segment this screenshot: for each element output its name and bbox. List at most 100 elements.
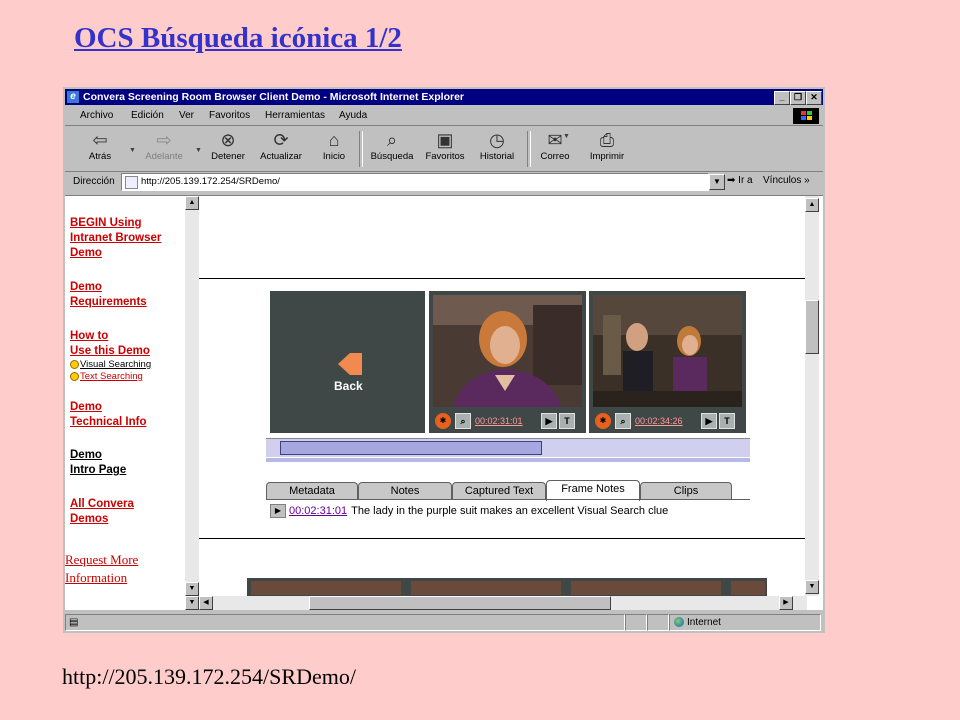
slide-title[interactable]: OCS Búsqueda icónica 1/2 (74, 22, 402, 55)
timeline-thumb[interactable] (280, 441, 542, 455)
links-button[interactable]: Vínculos » (763, 175, 810, 186)
scroll-down-icon[interactable]: ▼ (805, 580, 819, 594)
nav-technical-link[interactable]: Demo Technical Info (70, 400, 146, 430)
window-titlebar[interactable]: e Convera Screening Room Browser Client … (65, 89, 823, 105)
search-icon: ⌕ (386, 130, 398, 150)
page-content: BEGIN Using Intranet Browser Demo Demo R… (65, 195, 823, 610)
forward-dropdown-icon[interactable]: ▼ (195, 147, 202, 154)
scroll-left-icon[interactable]: ◀ (199, 596, 213, 610)
video-player: Back ✱ ⌕ 00:02:31:01 ▶ T ✱ ⌕ 00:02:34:26… (266, 283, 750, 537)
main-frame: Back ✱ ⌕ 00:02:31:01 ▶ T ✱ ⌕ 00:02:34:26… (199, 196, 805, 596)
forward-button[interactable]: ⇨ Adelante (141, 129, 187, 169)
search-button[interactable]: ⌕ Búsqueda (367, 129, 417, 169)
play-icon[interactable]: ▶ (701, 413, 717, 429)
menu-edicion[interactable]: Edición (131, 110, 164, 121)
menu-archivo[interactable]: Archivo (80, 110, 113, 121)
main-hscrollbar[interactable]: ◀ ▶ (199, 596, 807, 610)
print-button[interactable]: ⎙ Imprimir (587, 129, 627, 169)
keyframe-couple-image (593, 295, 742, 407)
nav-hscroll-buttons: ▼ (185, 596, 199, 610)
maximize-button[interactable]: ❐ (790, 91, 806, 105)
nav-intro-link[interactable]: Demo Intro Page (70, 448, 126, 478)
main-scrollbar[interactable]: ▲ ▼ (805, 196, 819, 596)
menu-ver[interactable]: Ver (179, 110, 194, 121)
windows-logo-icon (793, 108, 819, 124)
minimize-button[interactable]: _ (774, 91, 790, 105)
keyframe-woman-image (433, 295, 582, 407)
cue-icon[interactable]: ✱ (435, 413, 451, 429)
address-dropdown-icon[interactable]: ▼ (709, 174, 725, 190)
nav-visual-searching-link[interactable]: Visual Searching (70, 359, 151, 371)
cue-icon[interactable]: ✱ (595, 413, 611, 429)
nav-all-demos-link[interactable]: All Convera Demos (70, 497, 134, 527)
keyframe-panel: ✱ ⌕ 00:02:31:01 ▶ T (429, 291, 586, 433)
bullet-icon (70, 359, 79, 369)
nav-scrollbar[interactable]: ▲ ▼ (185, 196, 199, 596)
keyframe-timecode[interactable]: 00:02:34:26 (635, 416, 683, 426)
favorites-icon: ▣ (436, 130, 454, 150)
back-label: Back (334, 379, 363, 393)
nav-begin-link[interactable]: BEGIN Using Intranet Browser Demo (70, 216, 161, 261)
back-arrow-icon (338, 353, 350, 375)
keyframe-timecode[interactable]: 00:02:31:01 (475, 416, 523, 426)
scroll-up-icon[interactable]: ▲ (805, 198, 819, 212)
mail-dropdown-icon[interactable]: ▼ (563, 133, 570, 140)
text-icon[interactable]: T (559, 413, 575, 429)
toolbar-separator (359, 131, 363, 167)
keyframe-image[interactable] (433, 295, 582, 407)
close-button[interactable]: ✕ (806, 91, 822, 105)
note-timecode[interactable]: 00:02:31:01 (289, 505, 347, 517)
menu-herramientas[interactable]: Herramientas (265, 110, 325, 121)
zoom-icon[interactable]: ⌕ (455, 413, 471, 429)
menu-ayuda[interactable]: Ayuda (339, 110, 367, 121)
keyframe-controls: ✱ ⌕ 00:02:34:26 ▶ T (589, 409, 746, 433)
nav-frame: BEGIN Using Intranet Browser Demo Demo R… (65, 196, 199, 610)
security-zone: Internet (669, 614, 821, 631)
home-button[interactable]: ⌂ Inicio (319, 129, 349, 169)
timeline-slider[interactable] (266, 438, 750, 457)
refresh-icon: ⟳ (273, 130, 289, 150)
keyframe-strip[interactable] (247, 578, 767, 596)
home-icon: ⌂ (328, 130, 340, 150)
history-button[interactable]: ◷ Historial (477, 129, 517, 169)
toolbar-separator (527, 131, 531, 167)
tab-clips[interactable]: Clips (640, 482, 732, 500)
scroll-down-icon[interactable]: ▼ (185, 582, 199, 596)
favorites-button[interactable]: ▣ Favoritos (423, 129, 467, 169)
text-icon[interactable]: T (719, 413, 735, 429)
hscroll-thumb[interactable] (309, 596, 611, 610)
tab-frame-notes[interactable]: Frame Notes (546, 480, 640, 501)
nav-request-link[interactable]: Request More Information (65, 551, 138, 587)
back-dropdown-icon[interactable]: ▼ (129, 147, 136, 154)
tab-metadata[interactable]: Metadata (266, 482, 358, 500)
refresh-button[interactable]: ⟳ Actualizar (257, 129, 305, 169)
go-button[interactable]: ➡ Ir a (727, 175, 753, 186)
back-button[interactable]: Back (270, 291, 425, 433)
status-bar: ▤ Internet (65, 613, 823, 631)
nav-howto-link[interactable]: How to Use this Demo (70, 329, 150, 359)
keyframe-controls: ✱ ⌕ 00:02:31:01 ▶ T (429, 409, 586, 433)
play-icon[interactable]: ▶ (541, 413, 557, 429)
frame-note-row: ▶ 00:02:31:01 The lady in the purple suit … (270, 504, 668, 518)
play-note-icon[interactable]: ▶ (270, 504, 286, 518)
stop-button[interactable]: ⊗ Detener (209, 129, 247, 169)
menu-favoritos[interactable]: Favoritos (209, 110, 250, 121)
tab-notes[interactable]: Notes (358, 482, 452, 500)
scroll-thumb[interactable] (805, 300, 819, 354)
address-input[interactable]: http://205.139.172.254/SRDemo/ (121, 173, 709, 191)
info-tabs: Metadata Notes Captured Text Frame Notes… (266, 480, 750, 501)
back-arrow-icon: ⇦ (92, 130, 108, 150)
keyframe-panel: ✱ ⌕ 00:02:34:26 ▶ T (589, 291, 746, 433)
zoom-icon[interactable]: ⌕ (615, 413, 631, 429)
history-icon: ◷ (489, 130, 505, 150)
address-value: http://205.139.172.254/SRDemo/ (141, 176, 280, 187)
scroll-down-icon[interactable]: ▼ (185, 596, 199, 610)
nav-text-searching-link[interactable]: Text Searching (70, 371, 143, 383)
tab-captured-text[interactable]: Captured Text (452, 482, 546, 500)
scroll-up-icon[interactable]: ▲ (185, 196, 199, 210)
nav-requirements-link[interactable]: Demo Requirements (70, 280, 147, 310)
keyframe-image[interactable] (593, 295, 742, 407)
scroll-right-icon[interactable]: ▶ (779, 596, 793, 610)
back-button[interactable]: ⇦ Atrás (83, 129, 117, 169)
globe-icon (674, 617, 684, 628)
